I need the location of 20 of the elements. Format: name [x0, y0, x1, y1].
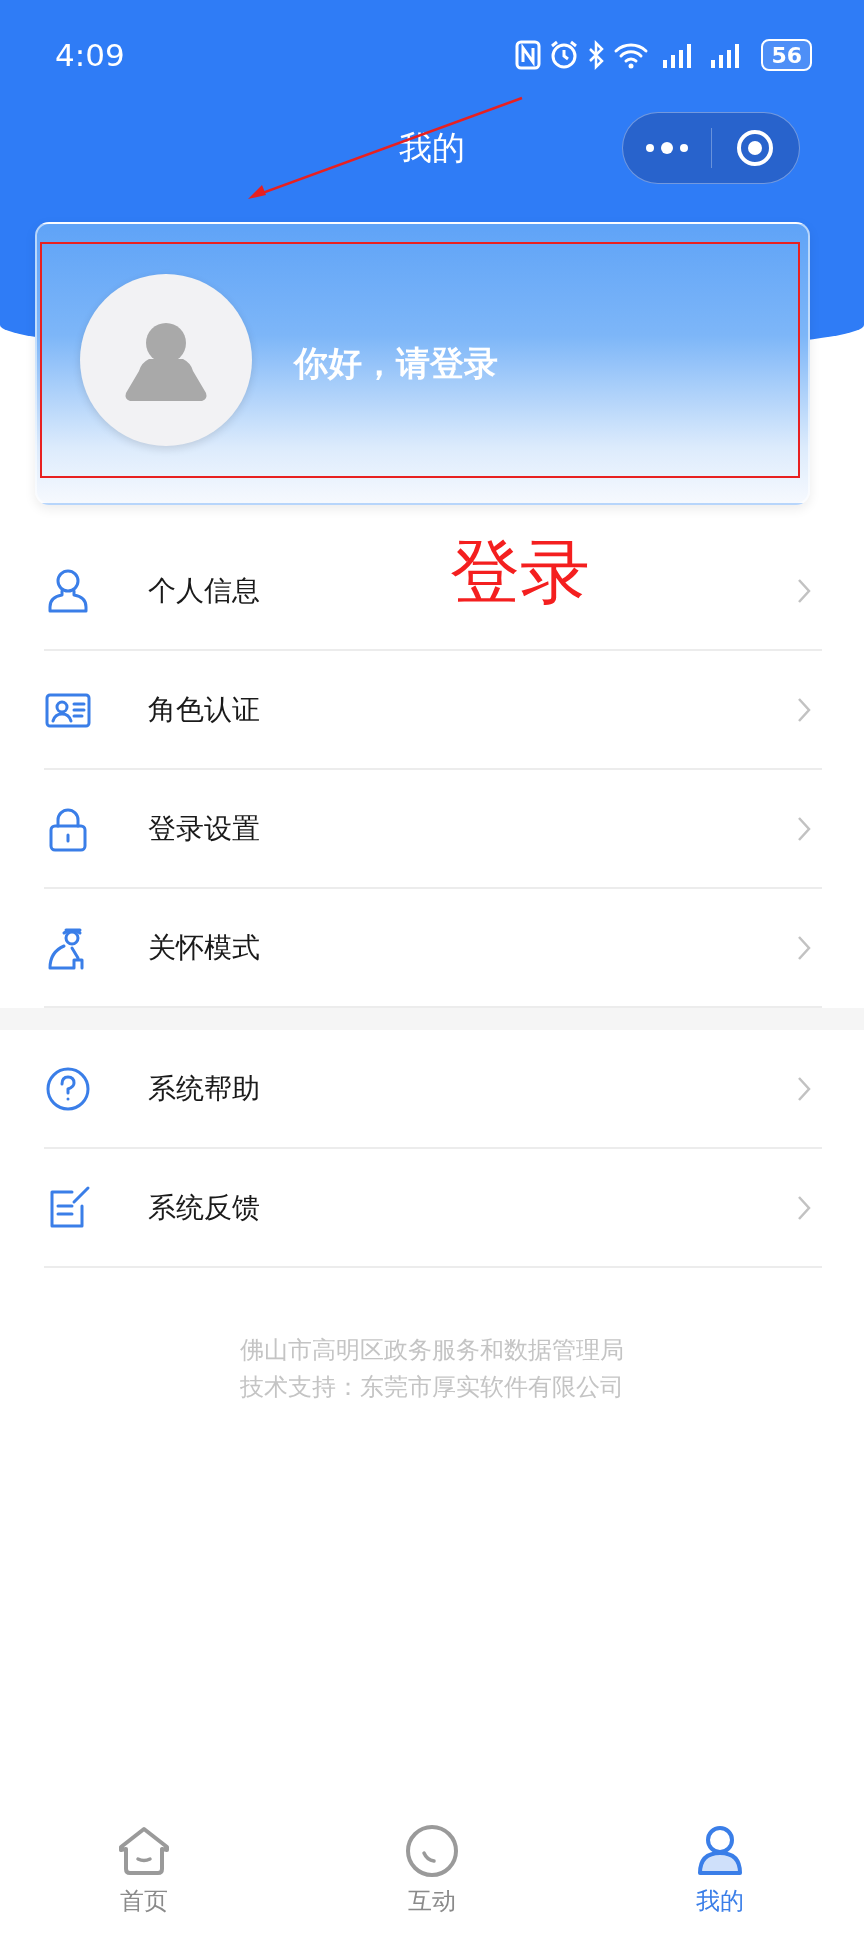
login-prompt: 你好，请登录 [294, 341, 498, 385]
battery-level: 56 [761, 39, 812, 71]
menu-item[interactable]: 个人信息 [148, 571, 260, 610]
more-icon [644, 141, 689, 155]
page-title: 我的 [399, 126, 465, 169]
menu-item[interactable]: 登录设置 [148, 809, 260, 848]
menu-item[interactable]: 关怀模式 [148, 928, 260, 967]
nfc-icon [515, 40, 542, 70]
alarm-icon [549, 40, 580, 70]
status-time: 4:09 [55, 37, 125, 73]
menu-item[interactable]: 角色认证 [148, 690, 260, 729]
footer-text: 技术支持：东莞市厚实软件有限公司 [240, 1372, 624, 1403]
bluetooth-icon [587, 40, 606, 70]
footer-text: 佛山市高明区政务服务和数据管理局 [240, 1335, 624, 1366]
menu-item[interactable]: 系统帮助 [148, 1069, 260, 1108]
menu-item[interactable]: 系统反馈 [148, 1188, 260, 1227]
chat-circle-icon [404, 1823, 460, 1879]
annotation-text: 登录 [450, 530, 590, 615]
tab-item[interactable]: 我的 [576, 1800, 864, 1940]
target-icon [735, 128, 776, 168]
